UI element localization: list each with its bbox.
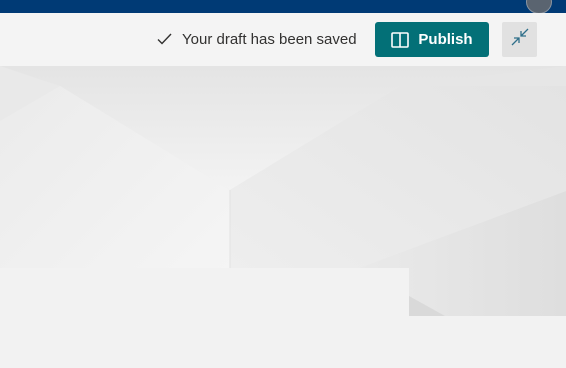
title-area-panel[interactable] xyxy=(0,268,409,368)
publish-button-label: Publish xyxy=(418,31,473,48)
checkmark-icon xyxy=(157,33,172,45)
publish-button[interactable]: Publish xyxy=(375,22,489,57)
draft-save-status-text: Your draft has been saved xyxy=(182,30,357,48)
collapse-button[interactable] xyxy=(502,22,537,57)
draft-save-status: Your draft has been saved xyxy=(157,29,357,49)
user-avatar[interactable] xyxy=(526,0,552,14)
collapse-arrows-icon xyxy=(510,27,530,52)
book-open-icon xyxy=(391,31,410,48)
suite-top-bar xyxy=(0,0,566,14)
editor-command-bar: Your draft has been saved Publish xyxy=(0,13,566,66)
